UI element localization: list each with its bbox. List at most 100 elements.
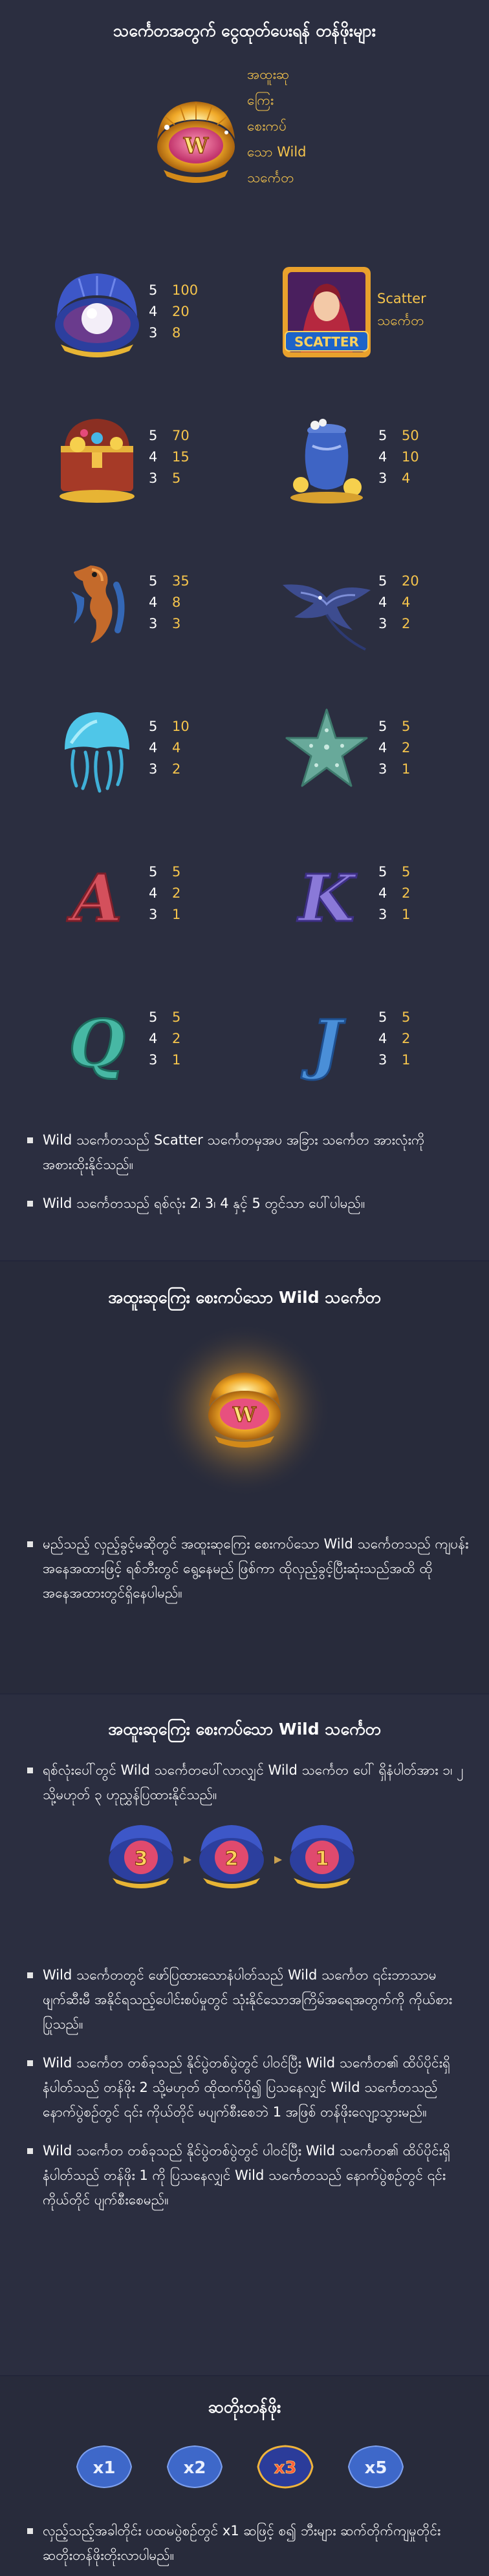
pay-value: 20 [402, 573, 419, 589]
pay-value: 1 [402, 907, 411, 922]
pay-value: 1 [172, 907, 181, 922]
note-item: Wild သင်္ကေတ တစ်ခုသည် နိုင်ပွဲတစ်ပွဲတွင်… [26, 2051, 472, 2124]
symbol-pay-j: J 55 42 31 [275, 989, 489, 1092]
pay-value: 2 [402, 885, 411, 901]
pay-value: 5 [172, 1009, 181, 1025]
pay-value: 5 [172, 470, 181, 486]
letter-q-icon: Q [45, 989, 149, 1092]
treasure-pot-icon [275, 407, 378, 511]
scatter-mermaid-icon: SCATTER [275, 262, 378, 365]
pay-value: 4 [172, 740, 181, 755]
match-count: 4 [149, 740, 158, 755]
match-count: 4 [149, 595, 158, 610]
multiplier-x1-icon: x1 [76, 2445, 133, 2489]
match-count: 4 [149, 1031, 158, 1046]
symbol-pay-manta: 5 20 44 32 [275, 553, 489, 656]
wild-label-line: ကြေး [247, 92, 274, 108]
wild-countdown-section: အထူးဆုကြေး စေးကပ်သော Wild သင်္ကေတ ရစ်လုံ… [0, 1693, 489, 2375]
paytable-notes: Wild သင်္ကေတသည် Scatter သင်္ကေတမှအပ အခြာ… [26, 1128, 472, 1230]
symbol-pay-pearl: 5 100 4 20 38 [45, 262, 265, 365]
counter-value: 1 [316, 1848, 329, 1870]
wild-symbol-feature: W အထူးဆု ကြေး စေးကပ် သော Wild သင်္ကေတ [147, 61, 342, 229]
pay-table: 55 42 31 [378, 716, 489, 780]
scatter-label-line: Scatter [377, 291, 426, 306]
glowing-wild-icon: W [147, 1320, 342, 1501]
note-item: ရစ်လုံးပေါ်တွင် Wild သင်္ကေတပေါ်လာလျှင် … [26, 1758, 472, 1807]
multiplier-x3-icon: x3 [257, 2445, 314, 2489]
pay-value: 15 [172, 449, 190, 465]
pay-value: 8 [172, 595, 181, 610]
match-count: 5 [149, 428, 158, 443]
pay-table: 55 42 31 [378, 861, 489, 925]
symbol-pay-seahorse: 5 35 48 33 [45, 553, 265, 656]
note-item: Wild သင်္ကေတသည် ရစ်လုံး 2၊ 3၊ 4 နှင့် 5 … [26, 1191, 472, 1216]
sticky-wild-title: အထူးဆုကြေး စေးကပ်သော Wild သင်္ကေတ [108, 1288, 381, 1307]
pay-value: 2 [402, 740, 411, 755]
match-count: 4 [378, 595, 387, 610]
pay-value: 5 [172, 864, 181, 880]
jellyfish-icon [45, 698, 149, 801]
letter-k-glyph: K [297, 860, 358, 936]
symbol-pay-a: A 55 42 31 [45, 843, 265, 947]
multiplier-x2-icon: x2 [166, 2445, 223, 2489]
wild-label-line: သော Wild [247, 144, 307, 160]
note-item: မည်သည့် လှည့်ခွင့်မဆိုတွင် အထူးဆုကြေး စေ… [26, 1532, 472, 1605]
svg-text:W: W [232, 1402, 257, 1427]
match-count: 4 [378, 449, 387, 465]
wild-counter-2-icon: 2 [199, 1825, 264, 1888]
counter-value: 3 [135, 1848, 148, 1870]
pay-value: 5 [402, 1009, 411, 1025]
multiplier-value: x3 [274, 2458, 297, 2478]
wild-label-line: အထူးဆု [247, 67, 290, 82]
pay-value: 10 [172, 719, 190, 734]
symbol-pay-q: Q 55 42 31 [45, 989, 265, 1092]
pay-value: 2 [402, 1031, 411, 1046]
multiplier-notes: လှည့်သည့်အခါတိုင်း ပထမပွဲစဉ်တွင် x1 ဆဖြင… [26, 2518, 472, 2576]
paytable-section: သင်္ကေတအတွက် ငွေထုတ်ပေးရန် တန်ဖိုးများ W… [0, 0, 489, 1260]
pay-table: 55 42 31 [149, 861, 265, 925]
scatter-badge: SCATTER [294, 334, 359, 350]
pay-value: 1 [402, 761, 411, 777]
match-count: 4 [378, 740, 387, 755]
pay-value: 10 [402, 449, 419, 465]
pay-value: 5 [402, 864, 411, 880]
pay-value: 20 [172, 304, 190, 319]
match-count: 5 [149, 282, 158, 298]
symbol-pay-scatter: SCATTER Scatter သင်္ကေတ [275, 262, 489, 365]
match-count: 3 [149, 1052, 158, 1068]
pay-value: 5 [402, 719, 411, 734]
wild-countdown-title: အထူးဆုကြေး စေးကပ်သော Wild သင်္ကေတ [108, 1720, 381, 1738]
letter-j-glyph: J [301, 1006, 345, 1082]
symbol-pay-chest: 5 70 4 15 35 [45, 407, 265, 511]
match-count: 3 [378, 761, 387, 777]
match-count: 5 [378, 1009, 387, 1025]
match-count: 5 [378, 428, 387, 443]
pay-value: 4 [402, 595, 411, 610]
note-item: Wild သင်္ကေတတွင် ဖော်ပြထားသောနံပါတ်သည် W… [26, 1963, 472, 2036]
wild-label-line: သင်္ကေတ [247, 170, 294, 185]
match-count: 3 [149, 325, 158, 341]
pay-table: 5 35 48 33 [149, 571, 265, 635]
multiplier-value: x1 [93, 2458, 116, 2478]
multiplier-section: ဆတိုးတန်ဖိုး x1 x2 x3 x5 လှည့်သည့်အခါတို… [0, 2375, 489, 2576]
arrow-right-icon [184, 1856, 191, 1864]
wild-countdown-sequence: 3 2 1 [97, 1811, 392, 1895]
manta-ray-icon [275, 553, 378, 656]
match-count: 4 [378, 885, 387, 901]
multiplier-list: x1 x2 x3 x5 [68, 2441, 430, 2493]
symbol-pay-pot: 5 50 4 10 34 [275, 407, 489, 511]
match-count: 3 [378, 1052, 387, 1068]
pay-table: 5 20 44 32 [378, 571, 489, 635]
pay-value: 50 [402, 428, 419, 443]
scatter-label-line: သင်္ကေတ [377, 313, 424, 328]
paytable-title: သင်္ကေတအတွက် ငွေထုတ်ပေးရန် တန်ဖိုးများ [113, 21, 376, 40]
letter-j-icon: J [275, 989, 378, 1092]
multiplier-value: x2 [184, 2458, 206, 2478]
pay-value: 4 [402, 470, 411, 486]
counter-value: 2 [225, 1848, 239, 1870]
wild-symbol-label: အထူးဆု ကြေး စေးကပ် သော Wild သင်္ကေတ [247, 61, 344, 191]
note-item: Wild သင်္ကေတသည် Scatter သင်္ကေတမှအပ အခြာ… [26, 1128, 472, 1177]
seahorse-icon [45, 553, 149, 656]
pay-value: 100 [172, 282, 199, 298]
wild-countdown-notes: Wild သင်္ကေတတွင် ဖော်ပြထားသောနံပါတ်သည် W… [26, 1963, 472, 2226]
